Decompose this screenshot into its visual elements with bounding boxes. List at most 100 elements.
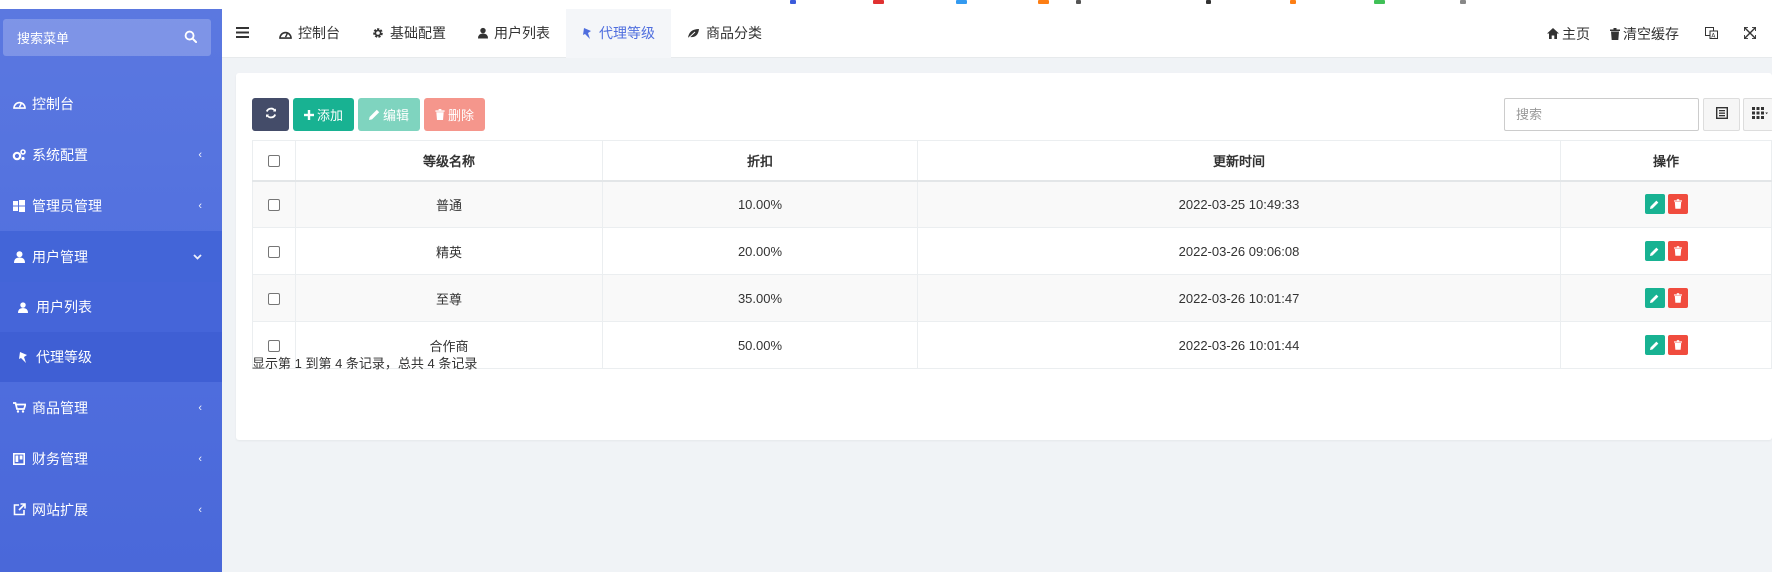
user-icon (14, 301, 32, 313)
select-all-header (252, 140, 296, 182)
topnav-right: 主页 清空缓存 A (1537, 9, 1772, 58)
external-link-icon (10, 503, 28, 516)
clear-cache-button[interactable]: 清空缓存 (1600, 9, 1689, 58)
chevron-down-icon (193, 251, 202, 263)
row-edit-button[interactable] (1644, 288, 1665, 308)
data-table: 等级名称 折扣 更新时间 操作 普通 10.00% 2022-03-25 10:… (252, 140, 1772, 369)
sidebar-item-label: 控制台 (32, 95, 74, 112)
sidebar-item-user-manage[interactable]: 用户管理 (0, 231, 222, 282)
dashboard-icon (10, 98, 28, 109)
cell-name: 精英 (295, 227, 603, 275)
sidebar-item-dashboard[interactable]: 控制台 (0, 78, 222, 129)
sidebar-item-system-config[interactable]: 系统配置 ‹ (0, 129, 222, 180)
leaf-icon (687, 28, 700, 39)
tab-user-list[interactable]: 用户列表 (462, 9, 566, 58)
trash-icon (1673, 340, 1682, 350)
sidebar-item-finance-manage[interactable]: 财务管理 ‹ (0, 433, 222, 484)
toggle-card-view-button[interactable] (1703, 98, 1740, 131)
home-label: 主页 (1562, 25, 1590, 42)
tab-basic-config[interactable]: 基础配置 (356, 9, 462, 58)
cell-updated: 2022-03-25 10:49:33 (917, 180, 1561, 228)
sidebar: 搜索菜单 控制台 系统配置 ‹ 管理员管理 ‹ 用户管理 用户列表 代理等级 商… (0, 9, 222, 572)
gears-icon (10, 148, 28, 161)
select-all-checkbox[interactable] (268, 155, 280, 168)
table-header-row: 等级名称 折扣 更新时间 操作 (252, 140, 1772, 182)
translate-button[interactable]: A (1689, 9, 1734, 58)
tab-label: 用户列表 (494, 25, 550, 41)
sidebar-item-site-extension[interactable]: 网站扩展 ‹ (0, 484, 222, 535)
sidebar-search[interactable]: 搜索菜单 (3, 19, 211, 56)
table-search-input[interactable] (1504, 98, 1699, 131)
row-edit-button[interactable] (1644, 335, 1665, 355)
menu-toggle-button[interactable] (222, 9, 263, 58)
trash-icon (1610, 27, 1620, 40)
edit-button[interactable]: 编辑 (358, 98, 421, 131)
trello-icon (10, 452, 28, 465)
columns-toggle-button[interactable] (1743, 98, 1772, 131)
cell-discount: 20.00% (602, 227, 918, 275)
table-view-tools (1703, 98, 1772, 131)
row-delete-button[interactable] (1667, 335, 1688, 355)
home-icon (1547, 28, 1559, 39)
sidebar-submenu-user: 用户列表 代理等级 (0, 282, 222, 382)
sidebar-item-product-manage[interactable]: 商品管理 ‹ (0, 382, 222, 433)
cell-discount: 50.00% (602, 321, 918, 369)
chevron-left-icon: ‹ (198, 503, 202, 516)
dashboard-icon (279, 28, 292, 39)
content-panel: 添加 编辑 删除 搜索 等级名称 折扣 更新时间 操作 普通 10.00% 20… (236, 73, 1772, 440)
pin-icon (14, 351, 32, 364)
cell-name: 至尊 (295, 274, 603, 322)
column-header[interactable]: 折扣 (602, 140, 918, 182)
sidebar-item-admin-manage[interactable]: 管理员管理 ‹ (0, 180, 222, 231)
plus-icon (304, 109, 314, 120)
add-button[interactable]: 添加 (293, 98, 355, 131)
sidebar-item-label: 用户列表 (36, 299, 92, 315)
tab-dashboard[interactable]: 控制台 (263, 9, 356, 58)
search-icon[interactable] (184, 30, 198, 46)
row-delete-button[interactable] (1667, 288, 1688, 308)
sidebar-item-user-list[interactable]: 用户列表 (0, 282, 222, 332)
sidebar-item-label: 商品管理 (32, 399, 88, 416)
delete-button[interactable]: 删除 (424, 98, 486, 131)
row-checkbox[interactable] (268, 340, 280, 353)
table-toolbar: 添加 编辑 删除 (252, 98, 486, 131)
delete-label: 删除 (448, 108, 475, 123)
pencil-icon (1650, 294, 1659, 303)
clear-cache-label: 清空缓存 (1623, 25, 1679, 42)
tab-product-category[interactable]: 商品分类 (671, 9, 778, 58)
main-content: 添加 编辑 删除 搜索 等级名称 折扣 更新时间 操作 普通 10.00% 20… (222, 58, 1772, 572)
add-label: 添加 (317, 108, 344, 123)
sidebar-item-label: 管理员管理 (32, 197, 102, 214)
trash-icon (1673, 293, 1682, 303)
row-edit-button[interactable] (1644, 241, 1665, 261)
trash-icon (1673, 246, 1682, 256)
user-icon (10, 250, 28, 263)
row-edit-button[interactable] (1644, 194, 1665, 215)
row-delete-button[interactable] (1667, 241, 1688, 261)
expand-icon (1743, 25, 1757, 42)
fullscreen-button[interactable] (1734, 9, 1772, 58)
column-header[interactable]: 更新时间 (917, 140, 1561, 182)
refresh-button[interactable] (252, 98, 289, 131)
sidebar-item-label: 代理等级 (36, 349, 92, 365)
row-delete-button[interactable] (1667, 194, 1688, 215)
pencil-icon (369, 109, 380, 120)
pencil-icon (1650, 341, 1659, 350)
row-select-cell (252, 274, 296, 322)
row-select-cell (252, 227, 296, 275)
column-header[interactable]: 等级名称 (295, 140, 603, 182)
column-header: 操作 (1560, 140, 1772, 182)
cell-updated: 2022-03-26 10:01:47 (917, 274, 1561, 322)
row-checkbox[interactable] (268, 293, 280, 306)
pencil-icon (1650, 200, 1659, 209)
row-checkbox[interactable] (268, 246, 280, 259)
tab-agent-level[interactable]: 代理等级 (566, 8, 671, 58)
list-alt-icon (1715, 106, 1728, 122)
home-button[interactable]: 主页 (1537, 9, 1600, 58)
row-checkbox[interactable] (268, 199, 280, 212)
chevron-left-icon: ‹ (198, 199, 202, 212)
sidebar-menu: 控制台 系统配置 ‹ 管理员管理 ‹ 用户管理 用户列表 代理等级 商品管理 ‹… (0, 78, 222, 535)
sidebar-item-agent-level[interactable]: 代理等级 (0, 332, 222, 382)
cell-actions (1560, 321, 1772, 369)
sidebar-search-placeholder: 搜索菜单 (17, 31, 70, 46)
